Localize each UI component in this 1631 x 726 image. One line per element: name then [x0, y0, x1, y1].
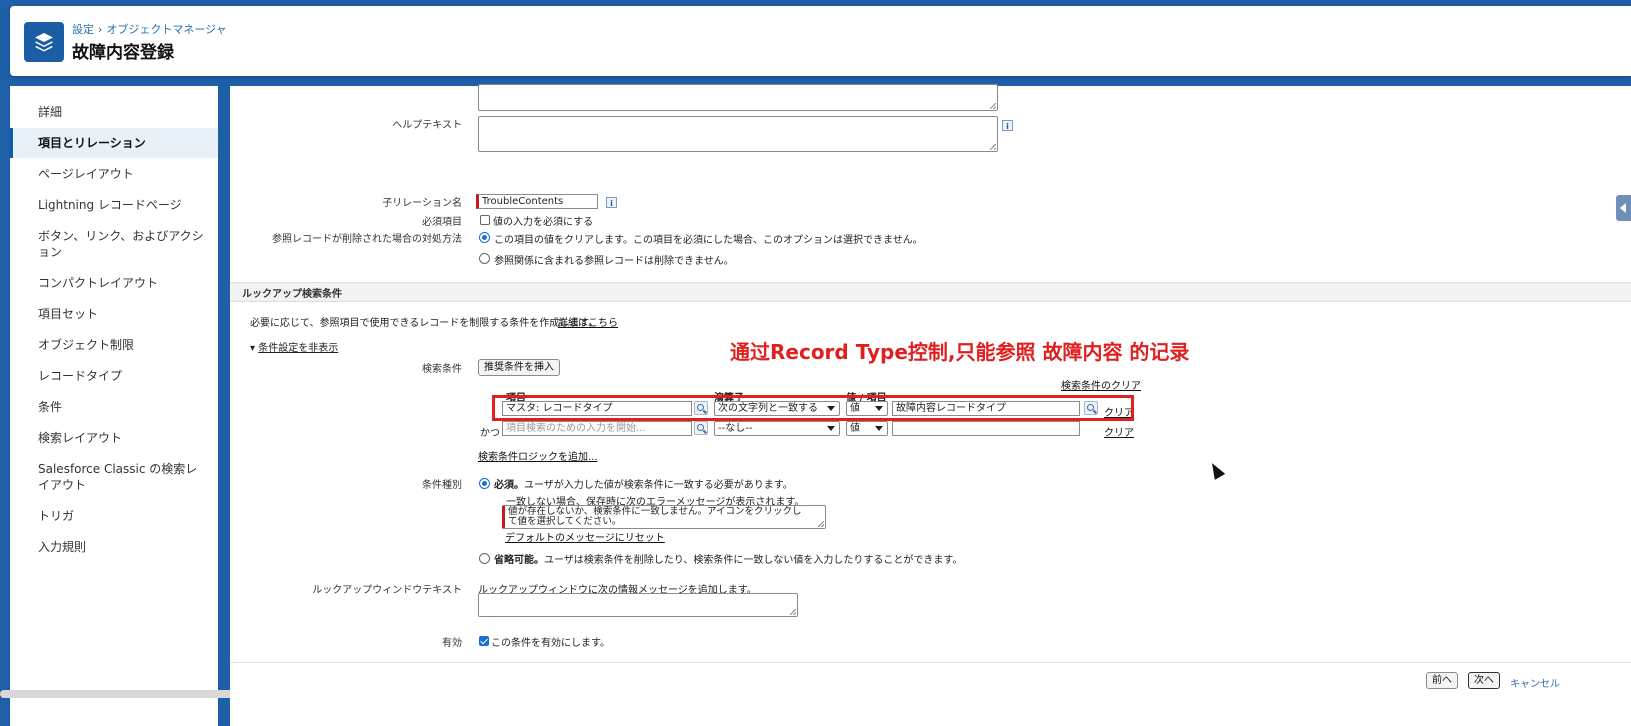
sidebar-item-validation-rules[interactable]: 入力規則: [10, 539, 218, 555]
sidebar-item-page-layouts[interactable]: ページレイアウト: [10, 166, 218, 182]
filter-row2-field-placeholder: 項目検索のための入力を開始...: [506, 423, 646, 434]
sidebar-item-object-limits[interactable]: オブジェクト制限: [10, 337, 218, 353]
filter-type-optional-text: 省略可能。ユーザは検索条件を削除したり、検索条件に一致しない値を入力したりするこ…: [494, 551, 962, 566]
child-relation-input[interactable]: TroubleContents: [476, 194, 598, 209]
filter-type-label: 条件種別: [422, 480, 462, 491]
filter-row2-value-input[interactable]: [892, 421, 1080, 436]
main-content: ヘルプテキスト i 子リレーション名 TroubleContents i 必須項…: [230, 84, 1631, 726]
sidebar: 詳細 項目とリレーション ページレイアウト Lightning レコードページ …: [10, 86, 218, 726]
filter-type-required-text: 必須。ユーザが入力した値が検索条件に一致する必要があります。: [494, 476, 793, 491]
details-link[interactable]: 詳細はこちら: [558, 314, 618, 329]
active-label: 有効: [442, 638, 462, 649]
sidebar-item-record-types[interactable]: レコードタイプ: [10, 368, 218, 384]
lookup-window-text-label: ルックアップウィンドウテキスト: [312, 585, 462, 596]
sidebar-item-fields-relationships[interactable]: 項目とリレーション: [10, 128, 218, 158]
filter-type-required-radio[interactable]: [479, 478, 490, 489]
footer-divider: [230, 662, 1631, 663]
filter-row2-value-type: 値: [850, 423, 860, 434]
on-delete-label: 参照レコードが削除された場合の対処方法: [272, 234, 462, 245]
child-relation-value: TroubleContents: [482, 196, 564, 207]
filter-row2-operator-value: --なし--: [718, 423, 753, 434]
breadcrumb-separator: ›: [98, 23, 103, 36]
lookup-window-textarea[interactable]: [478, 593, 798, 617]
sidebar-item-compact-layouts[interactable]: コンパクトレイアウト: [10, 275, 218, 291]
required-description: ユーザが入力した値が検索条件に一致する必要があります。: [524, 480, 793, 491]
collapse-triangle-icon: ▾: [250, 343, 259, 354]
filter-row2-field-input[interactable]: 項目検索のための入力を開始...: [502, 421, 692, 436]
toggle-filter-label: 条件設定を非表示: [258, 343, 339, 354]
required-bold: 必須。: [494, 480, 524, 491]
on-delete-clear-radio[interactable]: [479, 232, 490, 243]
cancel-link[interactable]: キャンセル: [1510, 675, 1560, 690]
filter-row2-clear-link[interactable]: クリア: [1104, 424, 1134, 439]
collapse-panel-tab[interactable]: [1616, 195, 1631, 221]
on-delete-option1: この項目の値をクリアします。この項目を必須にした場合、このオプションは選択できま…: [494, 235, 923, 246]
filter-row2-operator-select[interactable]: --なし--: [714, 421, 840, 436]
sidebar-item-conditions[interactable]: 条件: [10, 399, 218, 415]
description-textarea[interactable]: [478, 84, 998, 111]
previous-button[interactable]: 前へ: [1426, 672, 1458, 689]
error-message-textarea[interactable]: 値が存在しないか、検索条件に一致しません。アイコンをクリックして値を選択してくだ…: [502, 505, 826, 529]
clear-filter-link[interactable]: 検索条件のクリア: [1061, 377, 1141, 392]
sidebar-item-buttons-links-actions[interactable]: ボタン、リンク、およびアクション: [10, 228, 218, 260]
info-icon[interactable]: i: [606, 197, 617, 208]
child-relation-label: 子リレーション名: [382, 198, 462, 209]
sidebar-item-classic-search-layouts[interactable]: Salesforce Classic の検索レイアウト: [10, 461, 218, 493]
required-checkbox[interactable]: [480, 215, 490, 225]
page-title: 故障内容登録: [72, 43, 174, 63]
help-text-textarea[interactable]: [478, 116, 998, 152]
highlight-box: [492, 395, 1134, 421]
layers-icon: [24, 22, 64, 62]
annotation-text: 通过Record Type控制,只能参照 故障内容 的记录: [730, 340, 1190, 364]
breadcrumb-setup[interactable]: 設定: [72, 23, 94, 36]
on-delete-option2: 参照関係に含まれる参照レコードは削除できません。: [494, 256, 734, 267]
lookup-filter-section-bar: ルックアップ検索条件: [230, 282, 1631, 302]
error-message-text: 値が存在しないか、検索条件に一致しません。アイコンをクリックして値を選択してくだ…: [508, 506, 802, 527]
sidebar-item-lightning-record-pages[interactable]: Lightning レコードページ: [10, 197, 218, 213]
add-filter-logic-link[interactable]: 検索条件ロジックを追加...: [478, 448, 598, 463]
toggle-filter-link[interactable]: ▾ 条件設定を非表示: [250, 339, 338, 354]
breadcrumb-object-manager[interactable]: オブジェクトマネージャ: [106, 23, 226, 36]
filter-row2-and-label: かつ: [480, 428, 500, 439]
filter-type-optional-radio[interactable]: [479, 553, 490, 564]
sidebar-item-triggers[interactable]: トリガ: [10, 508, 218, 524]
sidebar-item-search-layouts[interactable]: 検索レイアウト: [10, 430, 218, 446]
insert-suggested-criteria-button[interactable]: 推奨条件を挿入: [478, 359, 560, 376]
breadcrumb: 設定 › オブジェクトマネージャ: [72, 21, 227, 37]
lookup-filter-description: 必要に応じて、参照項目で使用できるレコードを制限する条件を作成します。: [250, 318, 599, 329]
required-label: 必須項目: [422, 217, 462, 228]
info-icon[interactable]: i: [1002, 120, 1013, 131]
criteria-label: 検索条件: [422, 364, 462, 375]
sidebar-item-details[interactable]: 詳細: [10, 104, 218, 120]
active-checkbox[interactable]: [479, 636, 489, 646]
page-header: 設定 › オブジェクトマネージャ 故障内容登録: [10, 6, 1631, 76]
help-text-label: ヘルプテキスト: [392, 120, 462, 131]
optional-bold: 省略可能。: [494, 555, 544, 566]
required-checkbox-text: 値の入力を必須にする: [493, 217, 594, 228]
sidebar-item-field-sets[interactable]: 項目セット: [10, 306, 218, 322]
lookup-icon[interactable]: [694, 421, 708, 435]
section-title: ルックアップ検索条件: [242, 289, 342, 300]
optional-description: ユーザは検索条件を削除したり、検索条件に一致しない値を入力したりすることができま…: [544, 555, 963, 566]
on-delete-restrict-radio[interactable]: [479, 253, 490, 264]
next-button[interactable]: 次へ: [1468, 672, 1500, 689]
reset-default-message-link[interactable]: デフォルトのメッセージにリセット: [505, 529, 665, 544]
filter-row2-value-type-select[interactable]: 値: [846, 421, 888, 436]
active-checkbox-text: この条件を有効にします。: [491, 638, 610, 649]
